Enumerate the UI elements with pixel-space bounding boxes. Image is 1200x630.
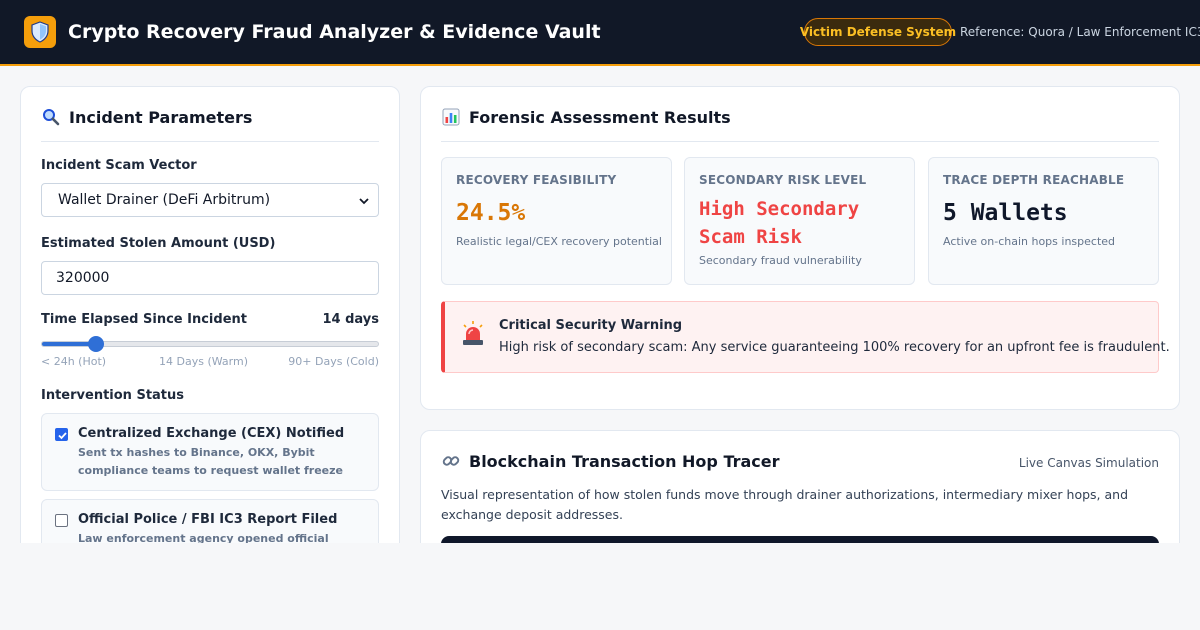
metric-label: RECOVERY FEASIBILITY <box>456 173 617 187</box>
police-report-title: Official Police / FBI IC3 Report Filed <box>78 512 338 527</box>
scam-vector-label: Incident Scam Vector <box>41 158 197 173</box>
stolen-amount-label: Estimated Stolen Amount (USD) <box>41 236 276 251</box>
incident-parameters-heading: Incident Parameters <box>41 107 252 127</box>
metric-subtext: Realistic legal/CEX recovery potential <box>456 235 662 248</box>
siren-icon <box>459 320 487 348</box>
stolen-amount-input[interactable]: 320000 <box>41 261 379 295</box>
time-elapsed-label: Time Elapsed Since Incident <box>41 312 247 327</box>
shield-icon <box>24 16 56 48</box>
scam-vector-select[interactable]: Wallet Drainer (DeFi Arbitrum) <box>41 183 379 217</box>
app-header: Crypto Recovery Fraud Analyzer & Evidenc… <box>0 0 1200 66</box>
victim-defense-badge: Victim Defense System <box>800 18 956 46</box>
forensic-assessment-heading: Forensic Assessment Results <box>441 107 731 127</box>
secondary-risk-value-line2: Scam Risk <box>699 226 802 248</box>
magnifier-icon <box>41 107 61 127</box>
cex-notified-option[interactable]: Centralized Exchange (CEX) Notified Sent… <box>41 413 379 491</box>
slider-thumb[interactable] <box>87 336 104 352</box>
secondary-risk-value-line1: High Secondary <box>699 198 860 220</box>
panel-title: Incident Parameters <box>69 107 253 127</box>
time-elapsed-value: 14 days <box>322 312 379 327</box>
slider-tick-cold: 90+ Days (Cold) <box>288 355 379 368</box>
critical-warning-alert: Critical Security Warning High risk of s… <box>441 301 1170 373</box>
chevron-down-icon <box>358 195 370 211</box>
metric-subtext: Active on-chain hops inspected <box>943 235 1116 248</box>
panel-title: Forensic Assessment Results <box>469 107 731 127</box>
trace-depth-card: TRACE DEPTH REACHABLE 5 Wallets Active o… <box>928 157 1159 285</box>
secondary-risk-card: SECONDARY RISK LEVEL High Secondary Scam… <box>684 157 915 285</box>
panel-title: Blockchain Transaction Hop Tracer <box>469 451 780 471</box>
cex-notified-title: Centralized Exchange (CEX) Notified <box>78 426 345 441</box>
recovery-feasibility-value: 24.5% <box>456 200 526 226</box>
police-report-checkbox[interactable] <box>55 514 68 527</box>
hop-tracer-panel: Blockchain Transaction Hop Tracer Live C… <box>420 430 1180 556</box>
tracer-description: Visual representation of how stolen fund… <box>441 487 1129 522</box>
slider-tick-warm: 14 Days (Warm) <box>159 355 248 368</box>
metric-label: SECONDARY RISK LEVEL <box>699 173 867 187</box>
forensic-assessment-panel: Forensic Assessment Results RECOVERY FEA… <box>420 86 1180 410</box>
cex-notified-desc: Sent tx hashes to Binance, OKX, Bybit co… <box>78 446 343 477</box>
live-simulation-label: Live Canvas Simulation <box>1018 456 1159 470</box>
intervention-status-label: Intervention Status <box>41 388 185 403</box>
page-background <box>0 543 1200 630</box>
bar-chart-icon <box>441 107 461 127</box>
hop-tracer-heading: Blockchain Transaction Hop Tracer <box>441 451 780 471</box>
metric-subtext: Secondary fraud vulnerability <box>699 254 862 267</box>
reference-text: Reference: Quora / Law Enforcement IC3 <box>960 25 1200 39</box>
divider <box>441 141 1159 142</box>
slider-tick-hot: < 24h (Hot) <box>41 355 107 368</box>
app-title: Crypto Recovery Fraud Analyzer & Evidenc… <box>68 21 601 43</box>
recovery-feasibility-card: RECOVERY FEASIBILITY 24.5% Realistic leg… <box>441 157 672 285</box>
time-elapsed-slider[interactable] <box>41 336 379 352</box>
incident-parameters-panel: Incident Parameters Incident Scam Vector… <box>20 86 400 556</box>
cex-notified-checkbox[interactable] <box>55 428 68 441</box>
warning-title: Critical Security Warning <box>499 318 683 333</box>
metric-label: TRACE DEPTH REACHABLE <box>943 173 1125 187</box>
trace-depth-value: 5 Wallets <box>943 200 1068 226</box>
divider <box>41 141 379 142</box>
scam-vector-value: Wallet Drainer (DeFi Arbitrum) <box>58 192 271 208</box>
chain-link-icon <box>441 451 461 471</box>
stolen-amount-value: 320000 <box>56 270 110 286</box>
warning-text: High risk of secondary scam: Any service… <box>499 340 1170 355</box>
